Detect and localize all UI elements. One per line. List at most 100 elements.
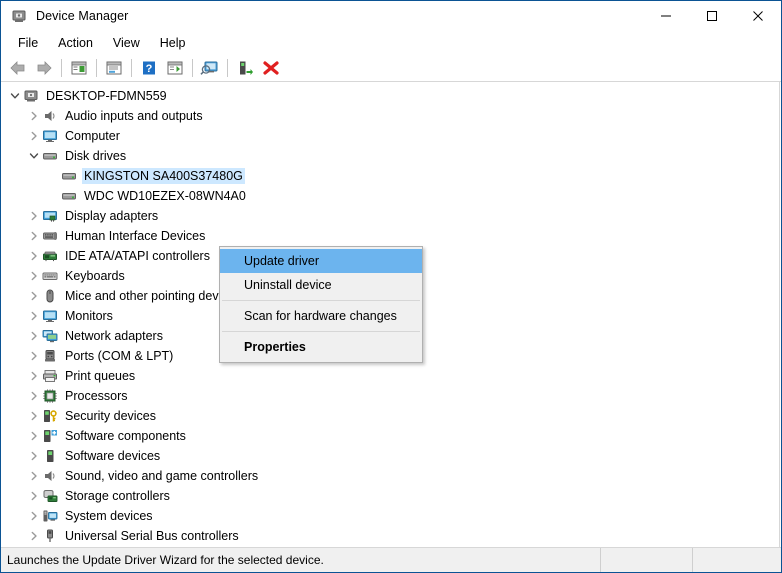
tree-item-label: Display adapters [65,209,159,223]
tree-item-label: Security devices [65,409,157,423]
right-pane [780,82,781,547]
context-menu-item-properties[interactable]: Properties [220,335,422,359]
tree-item[interactable]: Disk drives [1,146,779,166]
properties-icon[interactable] [102,57,126,79]
context-menu[interactable]: Update driver Uninstall device Scan for … [219,246,423,363]
tree-item-label: Monitors [65,309,113,323]
chevron-right-icon[interactable] [26,348,42,364]
tree-item-label: WDC WD10EZEX-08WN4A0 [84,189,246,203]
tree-item[interactable]: Computer [1,126,779,146]
tree-item[interactable]: Software components [1,426,779,446]
status-bar: Launches the Update Driver Wizard for th… [1,547,781,572]
tree-item[interactable]: DESKTOP-FDMN559 [1,86,779,106]
tree-item-label: Sound, video and game controllers [65,469,259,483]
tree-item[interactable]: Human Interface Devices [1,226,779,246]
chevron-right-icon[interactable] [26,428,42,444]
forward-icon[interactable] [32,57,56,79]
menu-view[interactable]: View [104,34,149,52]
tree-item[interactable]: KINGSTON SA400S37480G [1,166,779,186]
window-controls [643,1,781,31]
status-pane-3 [693,548,781,572]
chevron-right-icon[interactable] [26,448,42,464]
hid-icon [42,228,58,244]
tree-item[interactable]: Display adapters [1,206,779,226]
device-manager-window: Device Manager File Action View Help ? D… [0,0,782,573]
tree-item[interactable]: Sound, video and game controllers [1,466,779,486]
device-manager-icon [11,8,27,24]
update-driver-icon[interactable] [163,57,187,79]
chevron-right-icon[interactable] [26,308,42,324]
context-menu-item-update-driver[interactable]: Update driver [220,249,422,273]
chevron-down-icon[interactable] [7,88,23,104]
close-button[interactable] [735,1,781,31]
tree-item-label: System devices [65,509,153,523]
tree-item[interactable]: WDC WD10EZEX-08WN4A0 [1,186,779,206]
tree-item-label: Print queues [65,369,136,383]
context-menu-item-scan-for-hardware-changes[interactable]: Scan for hardware changes [220,304,422,328]
enable-device-icon[interactable] [233,57,257,79]
system-device-icon [42,508,58,524]
tree-item[interactable]: Universal Serial Bus controllers [1,526,779,546]
security-device-icon [42,408,58,424]
tree-item[interactable]: Print queues [1,366,779,386]
tree-item[interactable]: Audio inputs and outputs [1,106,779,126]
tree-item[interactable]: System devices [1,506,779,526]
tree-item-label: Software devices [65,449,161,463]
content-area: DESKTOP-FDMN559 Audio inputs and outputs C… [1,82,781,547]
chevron-right-icon[interactable] [26,248,42,264]
tree-item[interactable]: Storage controllers [1,486,779,506]
tree-item-label: Universal Serial Bus controllers [65,529,239,543]
chevron-right-icon[interactable] [26,388,42,404]
tree-item[interactable]: Security devices [1,406,779,426]
toolbar-separator [96,58,97,77]
status-pane-2 [601,548,693,572]
chevron-right-icon[interactable] [26,468,42,484]
tree-item[interactable]: Processors [1,386,779,406]
speaker-icon [42,108,58,124]
network-adapter-icon [42,328,58,344]
menu-action[interactable]: Action [49,34,102,52]
chevron-right-icon[interactable] [26,528,42,544]
chevron-right-icon[interactable] [26,108,42,124]
help-icon[interactable]: ? [137,57,161,79]
context-menu-item-uninstall-device[interactable]: Uninstall device [220,273,422,297]
chevron-right-icon[interactable] [26,408,42,424]
chevron-right-icon[interactable] [26,208,42,224]
computer-root-icon [23,88,39,104]
context-menu-separator [222,300,420,301]
menu-file[interactable]: File [9,34,47,52]
tree-item-label: IDE ATA/ATAPI controllers [65,249,210,263]
title-bar: Device Manager [1,1,781,31]
maximize-button[interactable] [689,1,735,31]
chevron-right-icon[interactable] [26,368,42,384]
context-menu-separator [222,331,420,332]
chevron-down-icon[interactable] [26,148,42,164]
tree-item-label: Disk drives [65,149,127,163]
tree-item-label: Mice and other pointing devices [65,289,241,303]
chevron-right-icon[interactable] [26,488,42,504]
toolbar-separator [192,58,193,77]
uninstall-device-icon[interactable] [259,57,283,79]
software-component-icon [42,428,58,444]
speaker-icon [42,468,58,484]
tree-item-label: KINGSTON SA400S37480G [82,168,245,184]
chevron-right-icon[interactable] [26,288,42,304]
tree-item-label: Software components [65,429,186,443]
port-icon [42,348,58,364]
menu-help[interactable]: Help [151,34,195,52]
disk-drive-icon [42,148,58,164]
chevron-right-icon[interactable] [26,268,42,284]
tree-item-label: Processors [65,389,128,403]
back-icon[interactable] [6,57,30,79]
chevron-right-icon[interactable] [26,328,42,344]
tree-item[interactable]: Software devices [1,446,779,466]
chevron-right-icon[interactable] [26,508,42,524]
chevron-right-icon[interactable] [26,128,42,144]
scan-for-hardware-changes-icon[interactable] [198,57,222,79]
chevron-right-icon[interactable] [26,228,42,244]
monitor-icon [42,128,58,144]
show-hide-console-tree-icon[interactable] [67,57,91,79]
tree-item-label: Audio inputs and outputs [65,109,203,123]
minimize-button[interactable] [643,1,689,31]
